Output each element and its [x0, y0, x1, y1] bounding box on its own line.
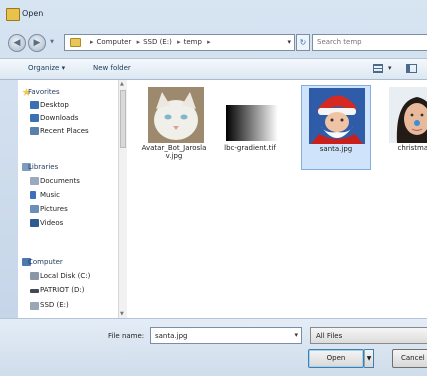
command-bar: Organize ▾ New folder ▾ — [0, 58, 427, 80]
nav-favorites[interactable]: Favorites — [28, 88, 60, 96]
address-dropdown-icon[interactable]: ▾ — [287, 38, 291, 46]
recent-locations-dropdown[interactable]: ▼ — [47, 37, 57, 47]
crumb-computer[interactable]: Computer — [97, 38, 132, 46]
nav-scrollbar[interactable]: ▲ ▼ — [118, 80, 127, 318]
forward-arrow-icon: ▶ — [33, 38, 41, 48]
filename-value: santa.jpg — [155, 332, 188, 340]
person-thumbnail — [389, 87, 427, 143]
open-button[interactable]: Open — [308, 349, 364, 368]
nav-computer[interactable]: Computer — [28, 258, 63, 266]
nav-libraries[interactable]: Libraries — [28, 163, 58, 171]
nav-desktop[interactable]: Desktop — [40, 101, 69, 109]
search-input[interactable] — [317, 38, 417, 46]
open-dialog: Open ◀ ▶ ▼ ▸ Computer ▸ SSD (E:) ▸ temp ▸ ▾… — [0, 0, 427, 376]
window-title: Open — [22, 9, 44, 18]
organize-button[interactable]: Organize ▾ — [28, 64, 65, 72]
cancel-button[interactable]: Cancel — [392, 349, 427, 368]
santa-thumbnail — [309, 88, 365, 144]
usb-drive-icon — [30, 289, 39, 293]
title-bar: Open — [0, 0, 427, 28]
crumb-temp[interactable]: temp — [184, 38, 202, 46]
breadcrumb: ▸ Computer ▸ SSD (E:) ▸ temp ▸ — [90, 38, 211, 46]
file-type-select[interactable]: All Files — [310, 327, 427, 344]
preview-pane-icon[interactable] — [406, 64, 417, 73]
local-disk-icon — [30, 272, 39, 280]
crumb-ssd[interactable]: SSD (E:) — [143, 38, 172, 46]
filename-label: File name: — [108, 332, 145, 340]
nav-pictures[interactable]: Pictures — [40, 205, 68, 213]
scroll-up-icon[interactable]: ▲ — [120, 81, 124, 87]
music-icon — [30, 191, 36, 199]
ssd-drive-icon — [30, 302, 39, 310]
nav-recent-places[interactable]: Recent Places — [40, 127, 89, 135]
pictures-icon — [30, 205, 39, 213]
filename-input[interactable]: santa.jpg ▾ — [150, 327, 302, 344]
nav-patriot[interactable]: PATRIOT (D:) — [40, 286, 84, 294]
file-name: Avatar_Bot_Jaroslav.jpg — [141, 144, 207, 160]
scroll-down-icon[interactable]: ▼ — [120, 311, 124, 317]
nav-documents[interactable]: Documents — [40, 177, 80, 185]
open-options-dropdown[interactable]: ▼ — [364, 349, 374, 368]
recent-places-icon — [30, 127, 39, 135]
folder-icon — [70, 38, 81, 47]
nav-videos[interactable]: Videos — [40, 219, 63, 227]
file-tile[interactable]: Avatar_Bot_Jaroslav.jpg — [139, 85, 209, 170]
bottom-bar: File name: santa.jpg ▾ All Files Open ▼ … — [0, 318, 427, 376]
gradient-thumbnail — [226, 105, 278, 141]
scroll-thumb[interactable] — [120, 90, 126, 148]
file-type-value: All Files — [316, 332, 343, 340]
nav-downloads[interactable]: Downloads — [40, 114, 78, 122]
nav-ssd[interactable]: SSD (E:) — [40, 301, 69, 309]
file-name: christmas... — [397, 144, 427, 152]
views-dropdown-icon[interactable]: ▾ — [388, 64, 392, 72]
downloads-icon — [30, 114, 39, 122]
refresh-button[interactable]: ↻ — [296, 34, 310, 51]
search-box[interactable] — [312, 34, 427, 51]
videos-icon — [30, 219, 39, 227]
file-list: Avatar_Bot_Jaroslav.jpg lbc-gradient.tif… — [127, 80, 427, 318]
file-tile-selected[interactable]: santa.jpg — [301, 85, 371, 170]
desktop-icon — [30, 101, 39, 109]
documents-icon — [30, 177, 39, 185]
views-icon[interactable] — [373, 64, 383, 73]
new-folder-button[interactable]: New folder — [93, 64, 131, 72]
back-button[interactable]: ◀ — [8, 34, 26, 52]
file-name: santa.jpg — [319, 145, 353, 153]
navigation-pane: Favorites Desktop Downloads Recent Place… — [18, 80, 123, 318]
filename-dropdown-icon[interactable]: ▾ — [294, 331, 298, 339]
nav-local-disk[interactable]: Local Disk (C:) — [40, 272, 90, 280]
address-bar[interactable]: ▸ Computer ▸ SSD (E:) ▸ temp ▸ ▾ — [64, 34, 295, 51]
forward-button[interactable]: ▶ — [28, 34, 46, 52]
refresh-icon: ↻ — [299, 38, 307, 47]
file-tile[interactable]: lbc-gradient.tif — [215, 85, 285, 170]
file-name: lbc-gradient.tif — [224, 144, 276, 152]
cat-thumbnail — [148, 87, 204, 143]
back-arrow-icon: ◀ — [13, 38, 21, 48]
file-tile[interactable]: christmas... — [383, 85, 427, 170]
nav-music[interactable]: Music — [40, 191, 60, 199]
address-row: ◀ ▶ ▼ ▸ Computer ▸ SSD (E:) ▸ temp ▸ ▾ ↻ — [0, 28, 427, 58]
app-icon — [6, 8, 20, 21]
